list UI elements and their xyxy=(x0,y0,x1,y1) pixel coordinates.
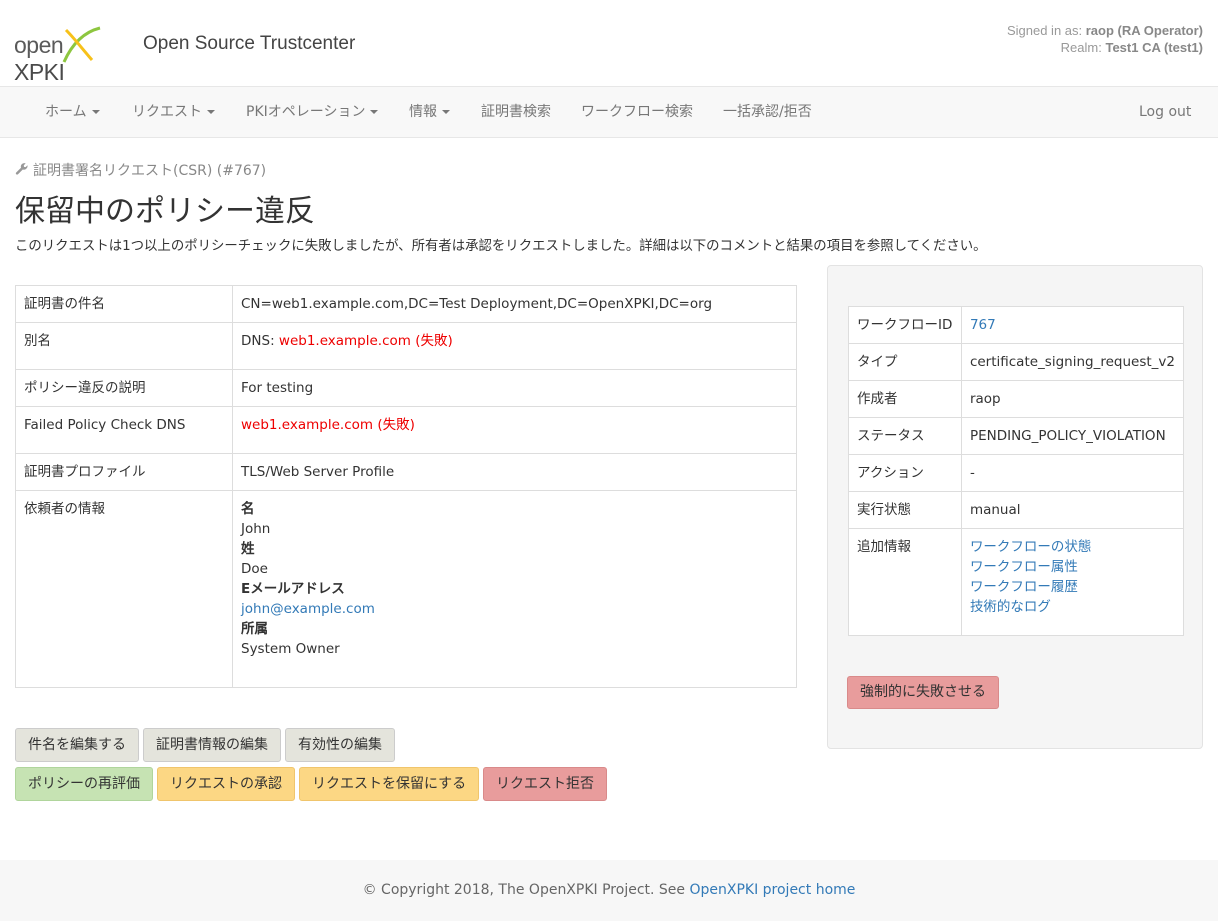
hold-request-button[interactable]: リクエストを保留にする xyxy=(299,767,480,801)
san-value: web1.example.com (失敗) xyxy=(278,333,453,349)
profile-value: TLS/Web Server Profile xyxy=(232,453,797,491)
nav-request[interactable]: リクエスト xyxy=(132,87,215,137)
email-label: Eメールアドレス xyxy=(241,581,345,597)
status-value: PENDING_POLICY_VIOLATION xyxy=(960,417,1185,455)
workflow-id-link[interactable]: 767 xyxy=(970,317,996,333)
caret-down-icon xyxy=(207,110,215,114)
org-value: System Owner xyxy=(241,641,340,657)
nav-home[interactable]: ホーム xyxy=(45,87,100,137)
caret-down-icon xyxy=(91,110,100,114)
table-row: ステータス PENDING_POLICY_VIOLATION xyxy=(848,417,1185,455)
requester-label: 依頼者の情報 xyxy=(15,490,233,688)
subject-value: CN=web1.example.com,DC=Test Deployment,D… xyxy=(232,285,797,323)
violation-value: For testing xyxy=(232,369,797,407)
san-label: 別名 xyxy=(15,322,233,370)
caret-down-icon xyxy=(370,110,379,114)
table-row: 証明書の件名 CN=web1.example.com,DC=Test Deplo… xyxy=(15,285,797,323)
nav-bulk-approve[interactable]: 一括承認/拒否 xyxy=(723,87,812,137)
action-label: アクション xyxy=(848,454,962,492)
creator-value: raop xyxy=(960,380,1185,418)
openxpki-logo[interactable]: openXPKI xyxy=(14,24,109,85)
footer: © Copyright 2018, The OpenXPKI Project. … xyxy=(0,860,1218,921)
table-row: 依頼者の情報 名 John 姓 Doe Eメールアドレス john@exampl… xyxy=(15,490,797,688)
edit-validity-button[interactable]: 有効性の編集 xyxy=(285,728,395,762)
action-value: - xyxy=(960,454,1185,492)
workflow-info-table: ワークフローID 767 タイプ certificate_signing_req… xyxy=(848,306,1185,636)
workflow-history-link[interactable]: ワークフロー履歴 xyxy=(970,579,1078,595)
edit-cert-info-button[interactable]: 証明書情報の編集 xyxy=(143,728,281,762)
org-label: 所属 xyxy=(241,621,268,637)
header: openXPKI Open Source Trustcenter Signed … xyxy=(0,0,1218,86)
failed-dns-value: web1.example.com (失敗) xyxy=(232,406,797,454)
additional-info-label: 追加情報 xyxy=(848,528,962,636)
table-row: Failed Policy Check DNS web1.example.com… xyxy=(15,406,797,454)
reject-request-button[interactable]: リクエスト拒否 xyxy=(483,767,607,801)
user-info: Signed in as: raop (RA Operator) Realm: … xyxy=(1007,22,1203,56)
logo-xpki: XPKI xyxy=(14,59,65,85)
type-value: certificate_signing_request_v2 xyxy=(960,343,1185,381)
table-row: ワークフローID 767 xyxy=(848,306,1185,344)
nav-workflow-search[interactable]: ワークフロー検索 xyxy=(581,87,693,137)
status-label: ステータス xyxy=(848,417,962,455)
force-fail-button[interactable]: 強制的に失敗させる xyxy=(847,676,999,709)
reevaluate-policy-button[interactable]: ポリシーの再評価 xyxy=(15,767,153,801)
main-navbar: ホーム リクエスト PKIオペレーション 情報 証明書検索 ワークフロー検索 一… xyxy=(0,86,1218,138)
last-name-label: 姓 xyxy=(241,541,255,557)
first-name-value: John xyxy=(241,521,271,537)
page-title: 保留中のポリシー違反 xyxy=(15,194,315,229)
violation-label: ポリシー違反の説明 xyxy=(15,369,233,407)
proc-state-label: 実行状態 xyxy=(848,491,962,529)
table-row: ポリシー違反の説明 For testing xyxy=(15,369,797,407)
type-label: タイプ xyxy=(848,343,962,381)
table-row: タイプ certificate_signing_request_v2 xyxy=(848,343,1185,381)
breadcrumb: 証明書署名リクエスト(CSR) (#767) xyxy=(15,160,266,180)
table-row: 別名 DNS: web1.example.com (失敗) xyxy=(15,322,797,370)
requester-info: 名 John 姓 Doe Eメールアドレス john@example.com 所… xyxy=(232,490,797,688)
realm-value: Test1 CA (test1) xyxy=(1105,40,1203,55)
edit-subject-button[interactable]: 件名を編集する xyxy=(15,728,139,762)
workflow-id-label: ワークフローID xyxy=(848,306,962,344)
san-prefix: DNS: xyxy=(241,333,279,349)
profile-label: 証明書プロファイル xyxy=(15,453,233,491)
copyright-text: © Copyright 2018, The OpenXPKI Project. … xyxy=(362,882,690,898)
page-description: このリクエストは1つ以上のポリシーチェックに失敗しましたが、所有者は承認をリクエ… xyxy=(15,239,987,254)
additional-info-links: ワークフローの状態 ワークフロー属性 ワークフロー履歴 技術的なログ xyxy=(960,528,1185,636)
workflow-info-panel: ワークフローID 767 タイプ certificate_signing_req… xyxy=(827,265,1203,749)
logo-open: open xyxy=(14,32,64,58)
table-row: 作成者 raop xyxy=(848,380,1185,418)
site-title: Open Source Trustcenter xyxy=(143,33,356,54)
proc-state-value: manual xyxy=(960,491,1185,529)
signed-in-label: Signed in as: xyxy=(1006,23,1086,38)
breadcrumb-text: 証明書署名リクエスト(CSR) (#767) xyxy=(33,163,267,179)
workflow-attributes-link[interactable]: ワークフロー属性 xyxy=(970,559,1078,575)
logout-link[interactable]: Log out xyxy=(1139,87,1191,137)
last-name-value: Doe xyxy=(241,561,268,577)
signed-in-user: raop (RA Operator) xyxy=(1085,23,1203,38)
nav-pki-operation[interactable]: PKIオペレーション xyxy=(246,87,379,137)
san-cell: DNS: web1.example.com (失敗) xyxy=(232,322,797,370)
first-name-label: 名 xyxy=(241,501,255,517)
wrench-icon xyxy=(15,163,28,175)
subject-label: 証明書の件名 xyxy=(15,285,233,323)
table-row: 追加情報 ワークフローの状態 ワークフロー属性 ワークフロー履歴 技術的なログ xyxy=(848,528,1185,636)
technical-log-link[interactable]: 技術的なログ xyxy=(970,599,1051,615)
email-link[interactable]: john@example.com xyxy=(241,601,375,617)
table-row: 証明書プロファイル TLS/Web Server Profile xyxy=(15,453,797,491)
request-details-table: 証明書の件名 CN=web1.example.com,DC=Test Deplo… xyxy=(15,285,797,688)
workflow-state-link[interactable]: ワークフローの状態 xyxy=(970,539,1092,555)
table-row: 実行状態 manual xyxy=(848,491,1185,529)
nav-info[interactable]: 情報 xyxy=(409,87,450,137)
failed-dns-label: Failed Policy Check DNS xyxy=(15,406,233,454)
realm-label: Realm: xyxy=(1060,40,1106,55)
table-row: アクション - xyxy=(848,454,1185,492)
nav-cert-search[interactable]: 証明書検索 xyxy=(481,87,551,137)
creator-label: 作成者 xyxy=(848,380,962,418)
approve-request-button[interactable]: リクエストの承認 xyxy=(157,767,295,801)
project-home-link[interactable]: OpenXPKI project home xyxy=(689,882,855,898)
caret-down-icon xyxy=(442,110,450,114)
